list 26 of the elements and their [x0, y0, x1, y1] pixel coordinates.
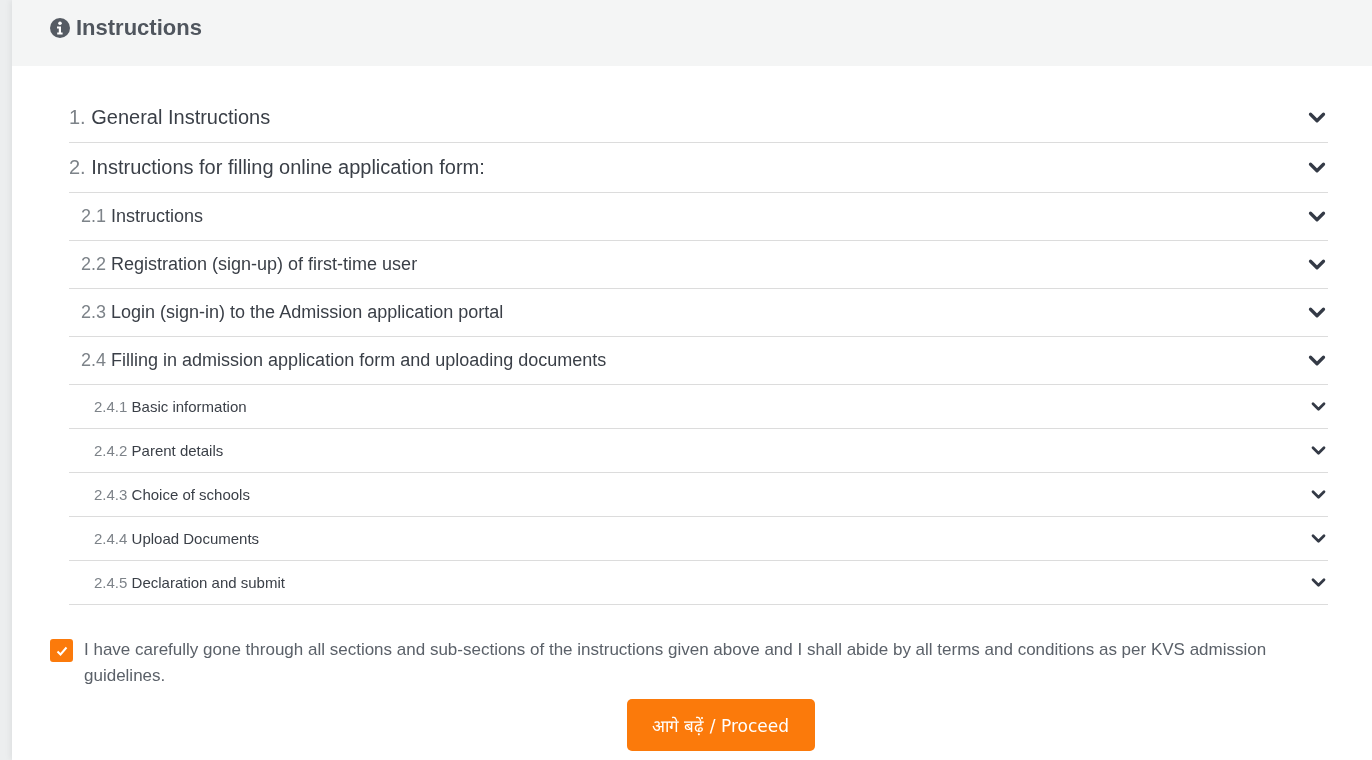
accordion-header[interactable]: 2.4 Filling in admission application form and uploading documents	[69, 337, 1328, 385]
info-icon	[50, 18, 70, 38]
accordion-header[interactable]: 2.4.2 Parent details	[69, 429, 1328, 473]
chevron-down-icon	[1308, 161, 1326, 174]
agreement-text: I have carefully gone through all sections and sub-sections of the instructions given above and I shall abide by all terms and conditions as per KVS admission guidelines.	[84, 639, 1268, 687]
accordion-header[interactable]: 2.3 Login (sign-in) to the Admission application portal	[69, 289, 1328, 337]
chevron-down-icon	[1311, 577, 1326, 588]
chevron-down-icon	[1308, 111, 1326, 124]
accordion-header[interactable]: 2.4.5 Declaration and submit	[69, 561, 1328, 605]
chevron-down-icon	[1311, 401, 1326, 412]
chevron-down-icon	[1308, 210, 1326, 223]
chevron-down-icon	[1308, 354, 1326, 367]
chevron-down-icon	[1311, 445, 1326, 456]
chevron-down-icon	[1308, 258, 1326, 271]
accordion-header[interactable]: 2.4.4 Upload Documents	[69, 517, 1328, 561]
chevron-down-icon	[1308, 306, 1326, 319]
panel-title: Instructions	[76, 15, 202, 41]
accordion-header[interactable]: 2. Instructions for filling online application form:	[69, 143, 1328, 193]
accordion-header[interactable]: 1. General Instructions	[69, 93, 1328, 143]
accordion-header[interactable]: 2.4.3 Choice of schools	[69, 473, 1328, 517]
accordion-header[interactable]: 2.4.1 Basic information	[69, 385, 1328, 429]
accordion-header[interactable]: 2.2 Registration (sign-up) of first-time user	[69, 241, 1328, 289]
accordion-header[interactable]: 2.1 Instructions	[69, 193, 1328, 241]
checkbox[interactable]	[50, 639, 73, 662]
chevron-down-icon	[1311, 489, 1326, 500]
chevron-down-icon	[1311, 533, 1326, 544]
